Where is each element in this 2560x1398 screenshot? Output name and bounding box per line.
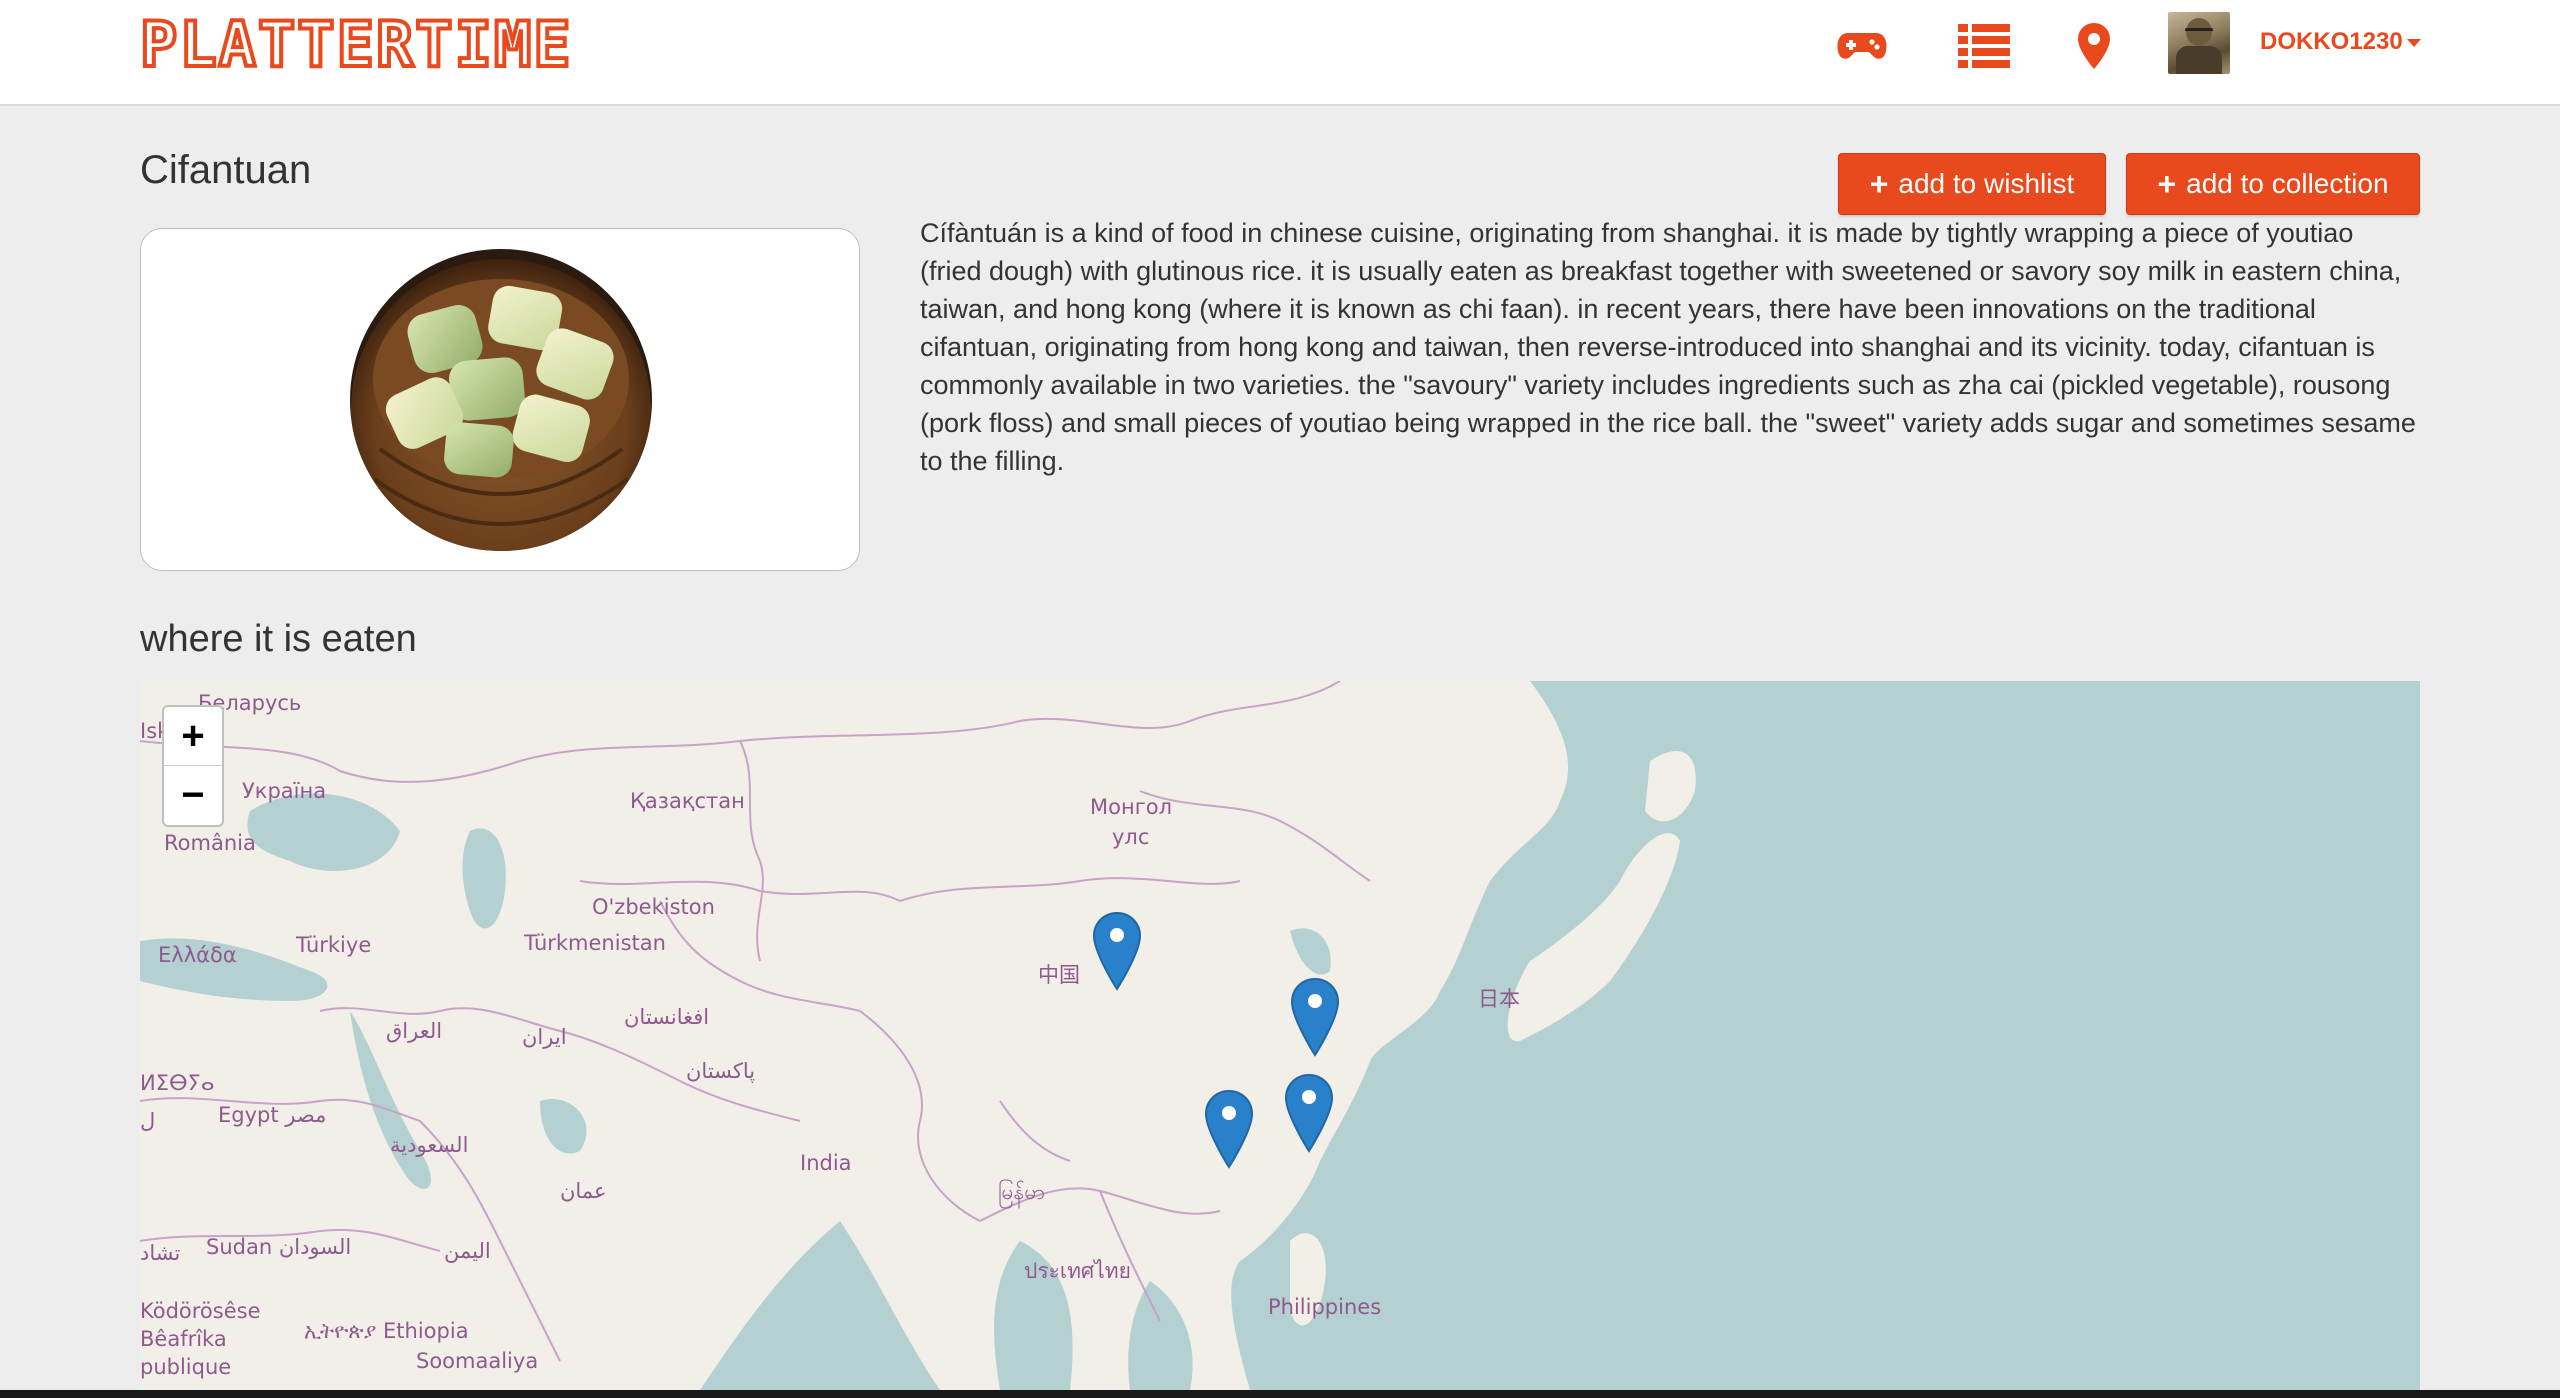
map-label-romania: România [164, 831, 256, 855]
map-label-mongolia-2: улс [1112, 825, 1150, 849]
caret-down-icon [2406, 38, 2421, 47]
zoom-out-button[interactable]: − [164, 766, 222, 825]
map-label-kazakhstan: Қазақстан [630, 789, 745, 813]
map-label-turkmenistan: Türkmenistan [524, 931, 666, 955]
map-label-greece: Ελλάδα [158, 943, 237, 967]
map[interactable]: Беларусь Isk Україна Қазақстан Монгол ул… [140, 681, 2420, 1390]
map-tiles [140, 681, 1696, 1390]
map-label-oman: عمان [560, 1179, 607, 1203]
page-title: Cifantuan [140, 148, 312, 192]
map-label-iraq: العراق [386, 1019, 443, 1043]
avatar[interactable] [2168, 12, 2230, 74]
map-label-libya: ⵍⵉⴱⵢⴰ [140, 1071, 215, 1095]
food-description: Cífàntuán is a kind of food in chinese c… [920, 218, 2416, 476]
map-marker-pin-icon[interactable] [1284, 1073, 1334, 1153]
map-label-uzbekistan: O'zbekiston [592, 895, 715, 919]
list-icon[interactable] [1958, 20, 2010, 72]
navbar: PLATTERTIME DOKKO1230 [0, 0, 2560, 106]
map-label-china: 中国 [1038, 963, 1080, 987]
add-to-wishlist-button[interactable]: + add to wishlist [1838, 153, 2106, 215]
map-marker-icon[interactable] [2076, 20, 2112, 72]
map-section-heading: where it is eaten [140, 618, 417, 660]
map-label-somalia: Soomaaliya [416, 1349, 539, 1373]
gamepad-icon[interactable] [1836, 20, 1888, 72]
map-marker-pin-icon[interactable] [1290, 977, 1340, 1057]
map-label-philippines: Philippines [1268, 1295, 1382, 1319]
map-label-turkey: Türkiye [296, 933, 372, 957]
plus-icon: + [1869, 166, 1889, 202]
avatar-glasses [2185, 28, 2213, 34]
zoom-in-button[interactable]: + [164, 707, 222, 766]
map-label-afghanistan: افغانستان [624, 1005, 710, 1029]
food-photo [350, 249, 652, 551]
map-label-ukraine: Україна [242, 779, 327, 803]
avatar-body [2176, 46, 2222, 74]
map-label-pakistan: پاکستان [686, 1059, 756, 1083]
map-label-yemen: اليمن [444, 1239, 491, 1263]
map-label-saudi: السعودية [390, 1133, 469, 1157]
map-label-l: ل [140, 1109, 156, 1133]
food-image-card [140, 228, 860, 571]
map-label-ethiopia: ኢትዮጵያ Ethiopia [304, 1319, 469, 1343]
map-label-iran: ایران [522, 1025, 567, 1049]
username-label: DOKKO1230 [2260, 28, 2403, 55]
map-marker-pin-icon[interactable] [1204, 1089, 1254, 1169]
map-label-myanmar: မြန်မာ [998, 1180, 1046, 1204]
map-label-chad: تشاد [140, 1241, 181, 1265]
map-label-centrafrique-2: Bêafrîka [140, 1327, 227, 1351]
brand-logo[interactable]: PLATTERTIME [138, 8, 573, 82]
map-label-japan: 日本 [1478, 987, 1520, 1011]
wishlist-label: add to wishlist [1898, 168, 2075, 199]
add-to-collection-button[interactable]: + add to collection [2126, 153, 2420, 215]
map-label-mongolia-1: Монгол [1090, 795, 1173, 819]
map-label-egypt: Egypt مصر [218, 1103, 327, 1127]
map-label-centrafrique-3: publique [140, 1355, 232, 1379]
window-bottom-edge [0, 1390, 2560, 1398]
collection-label: add to collection [2186, 168, 2389, 199]
map-label-india: India [800, 1151, 852, 1175]
map-marker-pin-icon[interactable] [1092, 911, 1142, 991]
plus-icon: + [2157, 166, 2177, 202]
map-zoom-control: + − [162, 705, 224, 827]
map-label-sudan: Sudan السودان [206, 1235, 352, 1259]
map-label-thailand: ประเทศไทย [1024, 1259, 1131, 1283]
map-label-centrafrique-1: Ködörösêse [140, 1299, 261, 1323]
user-menu-toggle[interactable]: DOKKO1230 [2260, 26, 2421, 58]
